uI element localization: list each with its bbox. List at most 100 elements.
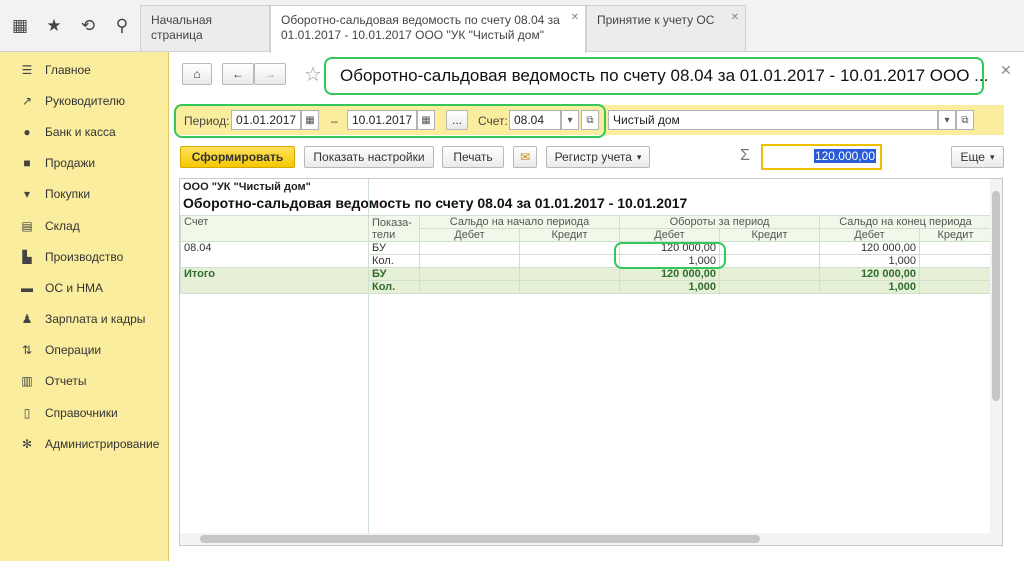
top-icons: ▦ ★ ⟲ ⚲ <box>0 0 140 52</box>
sidebar-item-label: Производство <box>45 249 124 264</box>
open-icon[interactable]: ⧉ <box>956 110 974 130</box>
row-end-debit: 120 000,00 <box>819 241 920 255</box>
top-bar: ▦ ★ ⟲ ⚲ Начальная страница Оборотно-саль… <box>0 0 1024 53</box>
total-row[interactable]: Итого БУ 120 000,00 120 000,00 <box>180 267 992 294</box>
vertical-scrollbar[interactable] <box>990 179 1002 545</box>
star-icon[interactable]: ★ <box>44 16 64 36</box>
tab-report[interactable]: Оборотно-сальдовая ведомость по счету 08… <box>270 5 586 53</box>
sum-value: 120.000,00 <box>813 149 876 163</box>
sidebar-item-label: Справочники <box>45 405 118 420</box>
sidebar-item-purchases[interactable]: ▾ Покупки <box>0 179 168 210</box>
total-end-debit: 1,000 <box>819 280 920 294</box>
sidebar-item-director[interactable]: ↗ Руководителю <box>0 85 168 116</box>
favorite-star-icon[interactable]: ☆ <box>304 62 322 87</box>
dropdown-arrow-icon[interactable]: ▾ <box>938 110 956 130</box>
sidebar-item-reports[interactable]: ▥ Отчеты <box>0 366 168 397</box>
sidebar-item-label: Зарплата и кадры <box>45 312 146 327</box>
table-row[interactable]: 08.04 БУ 120 000,00 120 000,00 <box>180 241 992 268</box>
tab-label: Оборотно-сальдовая ведомость по счету 08… <box>281 13 560 42</box>
warehouse-icon: ▤ <box>21 218 33 233</box>
close-icon[interactable]: ✕ <box>1000 62 1012 79</box>
close-icon[interactable]: ✕ <box>731 10 739 25</box>
title-highlight <box>324 57 984 95</box>
register-label: Регистр учета <box>554 150 632 164</box>
column-divider <box>368 179 369 535</box>
menu-icon: ☰ <box>21 62 33 77</box>
sidebar-item-sales[interactable]: ■ Продажи <box>0 148 168 179</box>
header-debit: Дебет <box>619 228 720 242</box>
header-debit: Дебет <box>419 228 520 242</box>
register-button[interactable]: Регистр учета ▾ <box>546 146 650 168</box>
home-icon: ⌂ <box>193 67 201 81</box>
home-button[interactable]: ⌂ <box>182 63 212 85</box>
row-indicator: БУ <box>368 267 420 281</box>
scroll-thumb[interactable] <box>992 191 1000 401</box>
tab-label: Начальная страница <box>151 13 213 42</box>
close-icon[interactable]: ✕ <box>571 10 579 25</box>
sidebar-item-salary[interactable]: ♟ Зарплата и кадры <box>0 304 168 335</box>
sidebar-item-operations[interactable]: ⇅ Операции <box>0 335 168 366</box>
show-settings-button[interactable]: Показать настройки <box>304 146 434 168</box>
cart-icon: ▾ <box>23 187 31 202</box>
sidebar-item-assets[interactable]: ▬ ОС и НМА <box>0 272 168 303</box>
sidebar-item-production[interactable]: ▙ Производство <box>0 241 168 272</box>
print-button[interactable]: Печать <box>442 146 504 168</box>
header-debit: Дебет <box>819 228 920 242</box>
sidebar: ☰ Главное ↗ Руководителю ● Банк и касса ■ Пр… <box>0 52 169 561</box>
header-account: Счет <box>180 215 369 242</box>
dropdown-arrow-icon: ▾ <box>989 151 995 162</box>
search-icon[interactable]: ⚲ <box>112 16 132 36</box>
sidebar-item-label: Администрирование <box>45 436 160 451</box>
total-label: Итого <box>180 267 369 294</box>
turnover-highlight <box>614 242 726 269</box>
back-button[interactable]: ← <box>222 63 254 85</box>
scroll-thumb[interactable] <box>200 535 760 543</box>
book-icon: ▯ <box>23 405 31 420</box>
generate-button[interactable]: Сформировать <box>180 146 295 168</box>
header-start-balance: Сальдо на начало периода <box>419 215 620 229</box>
tab-home[interactable]: Начальная страница <box>140 5 270 51</box>
sidebar-item-label: Продажи <box>45 156 96 171</box>
forward-button[interactable]: → <box>254 63 286 85</box>
more-button[interactable]: Еще ▾ <box>951 146 1004 168</box>
header-credit: Кредит <box>919 228 992 242</box>
truck-icon: ▬ <box>21 280 33 295</box>
more-label: Еще <box>960 150 985 164</box>
sidebar-item-main[interactable]: ☰ Главное <box>0 54 168 85</box>
person-icon: ♟ <box>21 312 33 327</box>
horizontal-scrollbar[interactable] <box>180 533 992 545</box>
header-end-balance: Сальдо на конец периода <box>819 215 992 229</box>
sidebar-item-label: Покупки <box>45 187 91 202</box>
tab-asset[interactable]: Принятие к учету ОС ✕ <box>586 5 746 51</box>
total-turnover-debit: 120 000,00 <box>619 267 720 281</box>
total-end-debit: 120 000,00 <box>819 267 920 281</box>
sidebar-item-label: Банк и касса <box>45 124 116 139</box>
apps-grid-icon[interactable]: ▦ <box>10 16 30 36</box>
sidebar-item-catalogs[interactable]: ▯ Справочники <box>0 397 168 428</box>
sidebar-item-label: Руководителю <box>45 93 126 108</box>
row-end-debit: 1,000 <box>819 254 920 268</box>
sum-field[interactable]: 120.000,00 <box>761 144 882 170</box>
tab-label: Принятие к учету ОС <box>597 13 715 27</box>
arrow-right-icon: → <box>264 67 276 81</box>
sidebar-item-label: Склад <box>45 218 80 233</box>
sigma-icon: Σ <box>740 147 750 164</box>
report-title: Оборотно-сальдовая ведомость по счету 08… <box>183 195 688 211</box>
factory-icon: ▙ <box>22 249 32 264</box>
sidebar-item-warehouse[interactable]: ▤ Склад <box>0 210 168 241</box>
operations-icon: ⇅ <box>21 343 33 358</box>
sidebar-item-bank[interactable]: ● Банк и касса <box>0 116 168 147</box>
sidebar-item-label: Операции <box>45 343 102 358</box>
sidebar-item-admin[interactable]: ✻ Администрирование <box>0 428 168 459</box>
history-icon[interactable]: ⟲ <box>78 16 98 36</box>
coin-icon: ● <box>23 124 31 139</box>
report-area[interactable]: ООО "УК "Чистый дом" Оборотно-сальдовая … <box>179 178 1003 546</box>
email-button[interactable]: ✉ <box>513 146 537 168</box>
filters-highlight <box>174 104 606 138</box>
header-credit: Кредит <box>519 228 620 242</box>
sidebar-item-label: Отчеты <box>45 374 87 389</box>
report-org: ООО "УК "Чистый дом" <box>183 181 311 193</box>
bag-icon: ■ <box>23 156 31 171</box>
arrow-left-icon: ← <box>232 67 244 81</box>
organization-input[interactable]: Чистый дом <box>608 110 938 130</box>
